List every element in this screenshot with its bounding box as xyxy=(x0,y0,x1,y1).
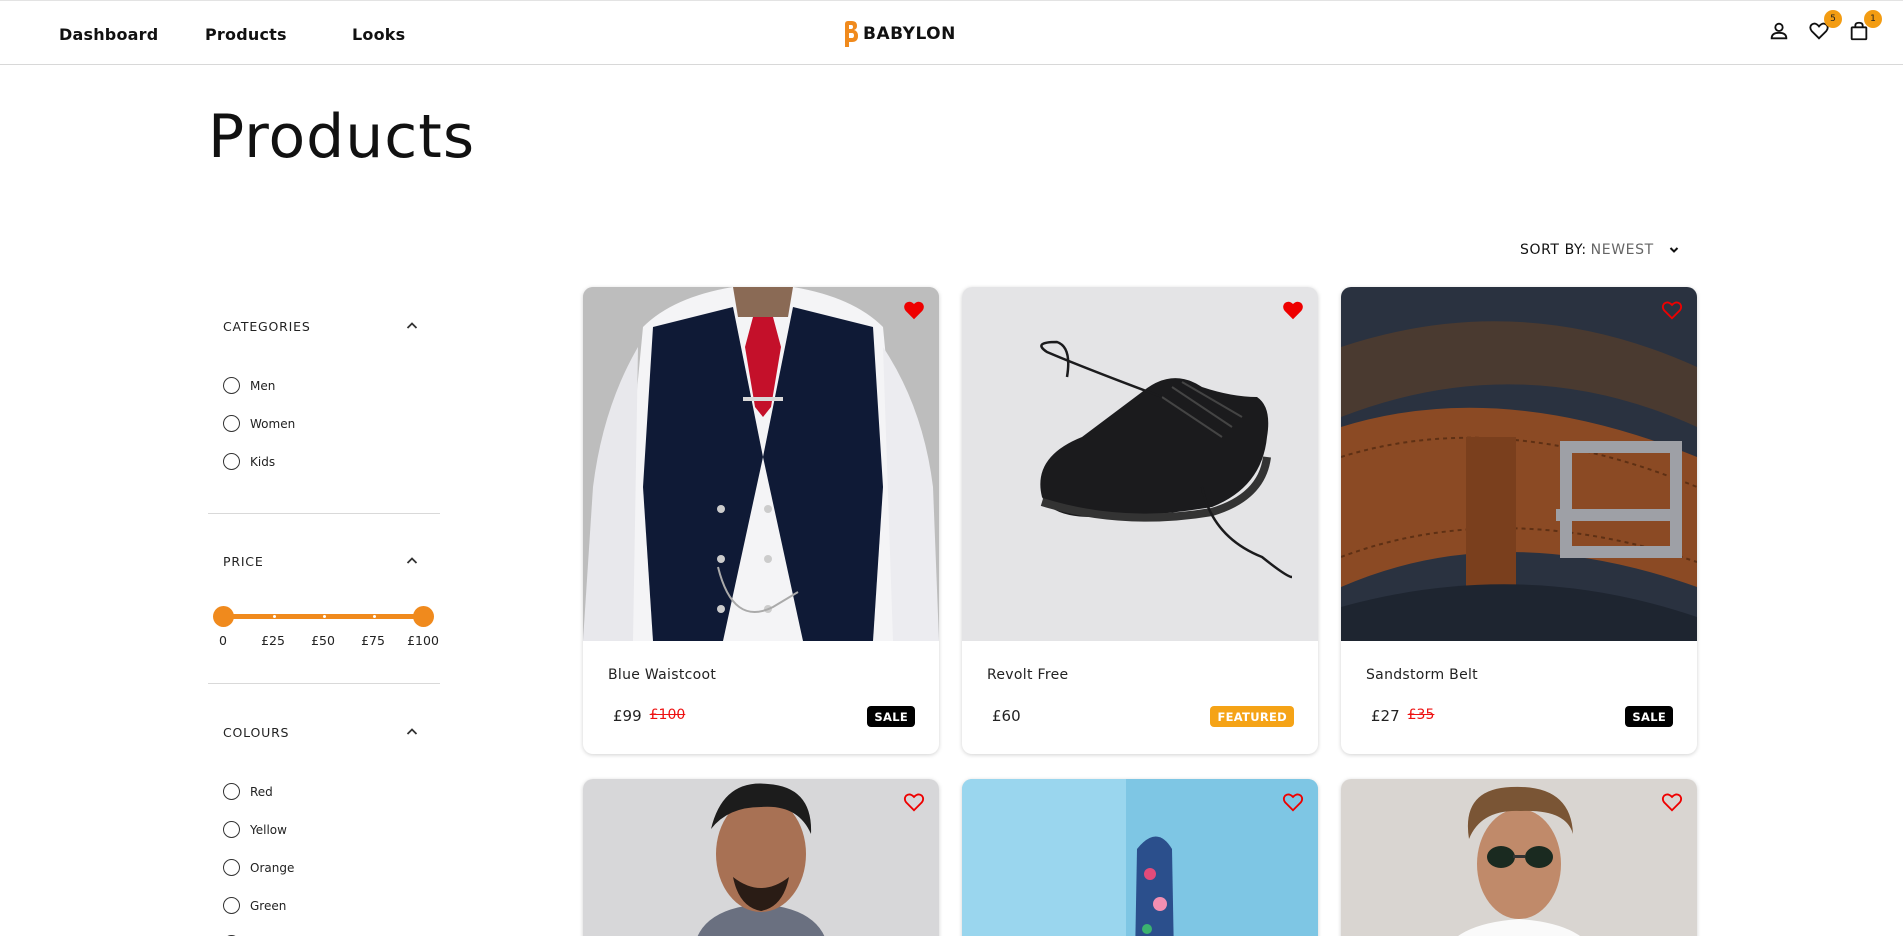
sale-badge: SALE xyxy=(867,706,915,727)
option-label: Yellow xyxy=(250,822,287,837)
heart-icon[interactable] xyxy=(1282,299,1304,321)
product-image[interactable] xyxy=(583,779,939,936)
product-card[interactable] xyxy=(1341,779,1697,936)
sort-label: SORT BY: xyxy=(1520,242,1587,258)
slider-step-dot xyxy=(273,615,276,618)
divider xyxy=(208,513,440,514)
filter-option-men[interactable]: Men xyxy=(223,377,275,394)
product-card[interactable] xyxy=(583,779,939,936)
heart-icon[interactable] xyxy=(903,299,925,321)
babylon-logo-icon xyxy=(845,21,858,47)
filter-option-kids[interactable]: Kids xyxy=(223,453,275,470)
filter-option-yellow[interactable]: Yellow xyxy=(223,821,287,838)
original-price: £35 xyxy=(1407,707,1435,723)
product-card[interactable] xyxy=(962,779,1318,936)
slider-step-dot xyxy=(323,615,326,618)
account-button[interactable] xyxy=(1768,20,1790,42)
page-title: Products xyxy=(208,102,476,172)
wishlist-button[interactable]: 5 xyxy=(1808,10,1842,42)
heart-icon[interactable] xyxy=(903,791,925,813)
price-slider-min-handle[interactable] xyxy=(213,606,234,627)
chevron-down-icon xyxy=(1669,247,1678,253)
heart-icon[interactable] xyxy=(1661,299,1683,321)
radio-button[interactable] xyxy=(223,783,240,800)
featured-badge: FEATURED xyxy=(1210,706,1294,727)
product-image[interactable] xyxy=(962,779,1318,936)
price-tick-label: £25 xyxy=(261,633,285,648)
product-card[interactable]: Blue Waistcoot £99 £100 SALE xyxy=(583,287,939,754)
wishlist-count-badge: 5 xyxy=(1824,10,1842,28)
option-label: Green xyxy=(250,898,287,913)
price-tick-label: £100 xyxy=(407,633,439,648)
price-tick-label: £75 xyxy=(361,633,385,648)
cart-button[interactable]: 1 xyxy=(1848,10,1882,42)
filter-option-red[interactable]: Red xyxy=(223,783,273,800)
filter-option-green[interactable]: Green xyxy=(223,897,286,914)
filter-title-colours: COLOURS xyxy=(223,725,290,740)
sort-dropdown[interactable]: SORT BY: NEWEST xyxy=(1520,242,1680,258)
product-card[interactable]: Revolt Free £60 FEATURED xyxy=(962,287,1318,754)
product-name[interactable]: Sandstorm Belt xyxy=(1366,667,1478,683)
price-tick-label: 0 xyxy=(219,633,227,648)
product-name[interactable]: Blue Waistcoot xyxy=(608,667,716,683)
product-price: £99 £100 xyxy=(613,707,685,725)
product-image[interactable] xyxy=(962,287,1318,641)
option-label: Women xyxy=(250,416,296,431)
slider-step-dot xyxy=(373,615,376,618)
chevron-up-icon[interactable] xyxy=(404,724,420,740)
brand-logo[interactable]: BABYLON xyxy=(843,20,956,48)
nav-dashboard[interactable]: Dashboard xyxy=(59,25,158,44)
product-image[interactable] xyxy=(1341,779,1697,936)
product-card[interactable]: Sandstorm Belt £27 £35 SALE xyxy=(1341,287,1697,754)
current-price: £27 xyxy=(1371,707,1400,725)
chevron-up-icon[interactable] xyxy=(404,553,420,569)
product-price: £60 xyxy=(992,707,1021,725)
option-label: Men xyxy=(250,378,276,393)
option-label: Red xyxy=(250,784,273,799)
option-label: Orange xyxy=(250,860,295,875)
current-price: £99 xyxy=(613,707,642,725)
nav-looks[interactable]: Looks xyxy=(352,25,405,44)
cart-count-badge: 1 xyxy=(1864,10,1882,28)
nav-products[interactable]: Products xyxy=(205,25,287,44)
product-name[interactable]: Revolt Free xyxy=(987,667,1068,683)
user-icon xyxy=(1770,22,1788,40)
product-price: £27 £35 xyxy=(1371,707,1434,725)
filter-option-women[interactable]: Women xyxy=(223,415,295,432)
radio-button[interactable] xyxy=(223,859,240,876)
divider xyxy=(208,683,440,684)
product-image[interactable] xyxy=(1341,287,1697,641)
price-slider-max-handle[interactable] xyxy=(413,606,434,627)
top-navigation-bar: Dashboard Products Looks BABYLON 5 1 xyxy=(0,0,1903,65)
sort-value: NEWEST xyxy=(1590,242,1654,258)
sale-badge: SALE xyxy=(1625,706,1673,727)
original-price: £100 xyxy=(649,707,686,723)
option-label: Kids xyxy=(250,454,276,469)
product-image[interactable] xyxy=(583,287,939,641)
filter-title-price: PRICE xyxy=(223,554,264,569)
heart-icon[interactable] xyxy=(1282,791,1304,813)
chevron-up-icon[interactable] xyxy=(404,318,420,334)
filter-title-categories: CATEGORIES xyxy=(223,319,311,334)
filter-option-orange[interactable]: Orange xyxy=(223,859,294,876)
price-tick-label: £50 xyxy=(311,633,335,648)
current-price: £60 xyxy=(992,707,1021,725)
radio-button[interactable] xyxy=(223,415,240,432)
heart-icon[interactable] xyxy=(1661,791,1683,813)
radio-button[interactable] xyxy=(223,377,240,394)
radio-button[interactable] xyxy=(223,897,240,914)
brand-name: BABYLON xyxy=(863,24,956,44)
radio-button[interactable] xyxy=(223,821,240,838)
radio-button[interactable] xyxy=(223,453,240,470)
